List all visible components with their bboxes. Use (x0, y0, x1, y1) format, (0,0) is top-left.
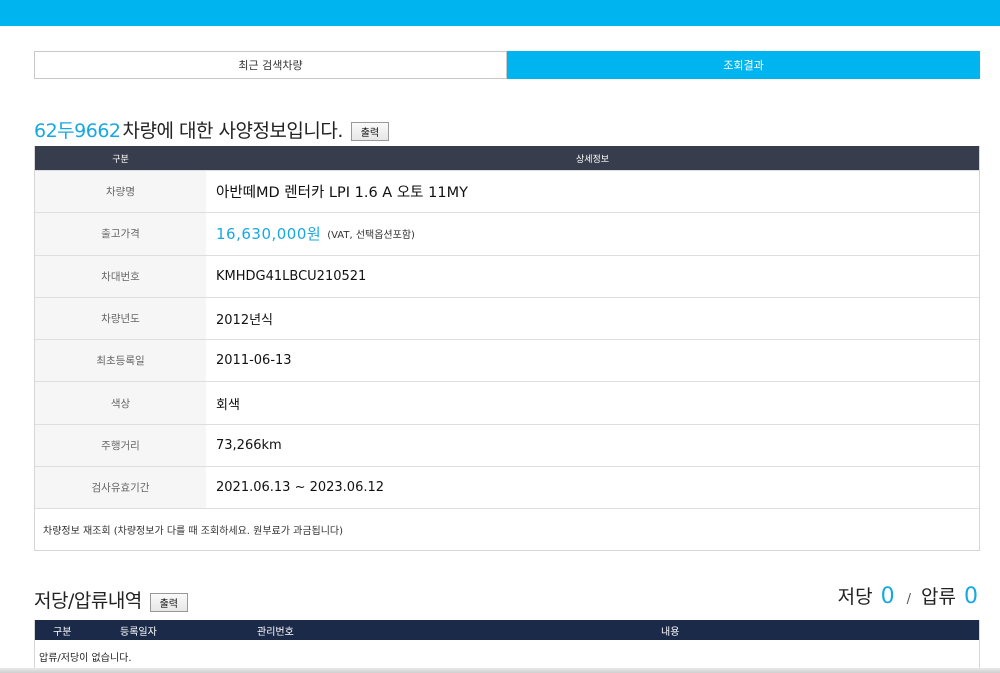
spec-section-title: 62두9662 차량에 대한 사양정보입니다. 출력 (34, 115, 389, 143)
spec-value: KMHDG41LBCU210521 (216, 268, 367, 284)
lien-header-number: 관리번호 (257, 627, 294, 638)
spec-label: 색상 (35, 382, 206, 424)
bottom-edge (0, 668, 1000, 673)
spec-label: 차량명 (35, 171, 206, 213)
spec-value: 아반떼MD 렌터카 LPI 1.6 A 오토 11MY (216, 185, 468, 202)
spec-table-header: 구분 상세정보 (35, 146, 979, 170)
lien-header-content: 내용 (661, 627, 680, 638)
spec-row-vin: 차대번호 KMHDG41LBCU210521 (35, 254, 979, 297)
spec-value: 2021.06.13 ~ 2023.06.12 (216, 480, 385, 496)
tab-bar: 최근 검색차량 조회결과 (34, 51, 980, 79)
spec-print-button[interactable]: 출력 (350, 121, 389, 141)
top-banner (0, 0, 1000, 26)
spec-label: 검사유효기간 (35, 467, 206, 509)
tab-recent-searches[interactable]: 최근 검색차량 (34, 51, 507, 79)
spec-label: 차량년도 (35, 297, 206, 340)
spec-table: 구분 상세정보 차량명 아반떼MD 렌터카 LPI 1.6 A 오토 11MY … (34, 146, 980, 552)
re-query-link[interactable]: 차량정보 재조회 (차량정보가 다를 때 조회하세요. 원부료가 과금됩니다) (35, 508, 979, 550)
mortgage-label: 저당 (837, 586, 873, 608)
count-separator: / (906, 592, 912, 607)
spec-row-vehicle-name: 차량명 아반떼MD 렌터카 LPI 1.6 A 오토 11MY (35, 170, 979, 213)
plate-number: 62두9662 (34, 119, 121, 142)
spec-label: 주행거리 (35, 424, 206, 467)
spec-value: 73,266km (216, 437, 282, 453)
tab-search-result[interactable]: 조회결과 (507, 51, 980, 79)
spec-row-price: 출고가격 16,630,000원 (VAT, 선택옵션포함) (35, 212, 979, 255)
spec-value: 2012년식 (216, 313, 274, 329)
seizure-count: 0 (964, 584, 978, 609)
spec-title-text: 차량에 대한 사양정보입니다. (122, 119, 344, 142)
lien-header-category: 구분 (53, 627, 72, 638)
spec-row-model-year: 차량년도 2012년식 (35, 296, 979, 340)
lien-title-text: 저당/압류내역 (34, 589, 142, 612)
lien-header-date: 등록일자 (120, 627, 157, 638)
spec-header-category: 구분 (112, 154, 129, 165)
spec-value: 회색 (216, 397, 240, 413)
lien-section-title: 저당/압류내역 출력 (34, 585, 188, 613)
spec-header-detail: 상세정보 (575, 154, 610, 165)
price-amount: 16,630,000원 (216, 225, 322, 244)
spec-label: 출고가격 (35, 213, 206, 255)
spec-row-color: 색상 회색 (35, 381, 979, 424)
spec-label: 차대번호 (35, 255, 206, 297)
price-note: (VAT, 선택옵션포함) (327, 230, 415, 242)
spec-label: 최초등록일 (35, 340, 206, 382)
lien-table: 구분 등록일자 관리번호 내용 압류/저당이 없습니다. (34, 620, 980, 673)
mortgage-count: 0 (880, 584, 895, 609)
spec-value: 16,630,000원 (VAT, 선택옵션포함) (206, 213, 979, 254)
lien-table-header: 구분 등록일자 관리번호 내용 (35, 620, 979, 640)
seizure-label: 압류 (921, 586, 956, 608)
spec-row-first-registration: 최초등록일 2011-06-13 (35, 339, 979, 382)
lien-print-button[interactable]: 출력 (149, 592, 188, 612)
spec-row-mileage: 주행거리 73,266km (35, 423, 979, 467)
spec-value: 2011-06-13 (216, 353, 292, 369)
spec-row-inspection-period: 검사유효기간 2021.06.13 ~ 2023.06.12 (35, 466, 979, 509)
lien-counts: 저당 0 / 압류 0 (838, 582, 978, 612)
